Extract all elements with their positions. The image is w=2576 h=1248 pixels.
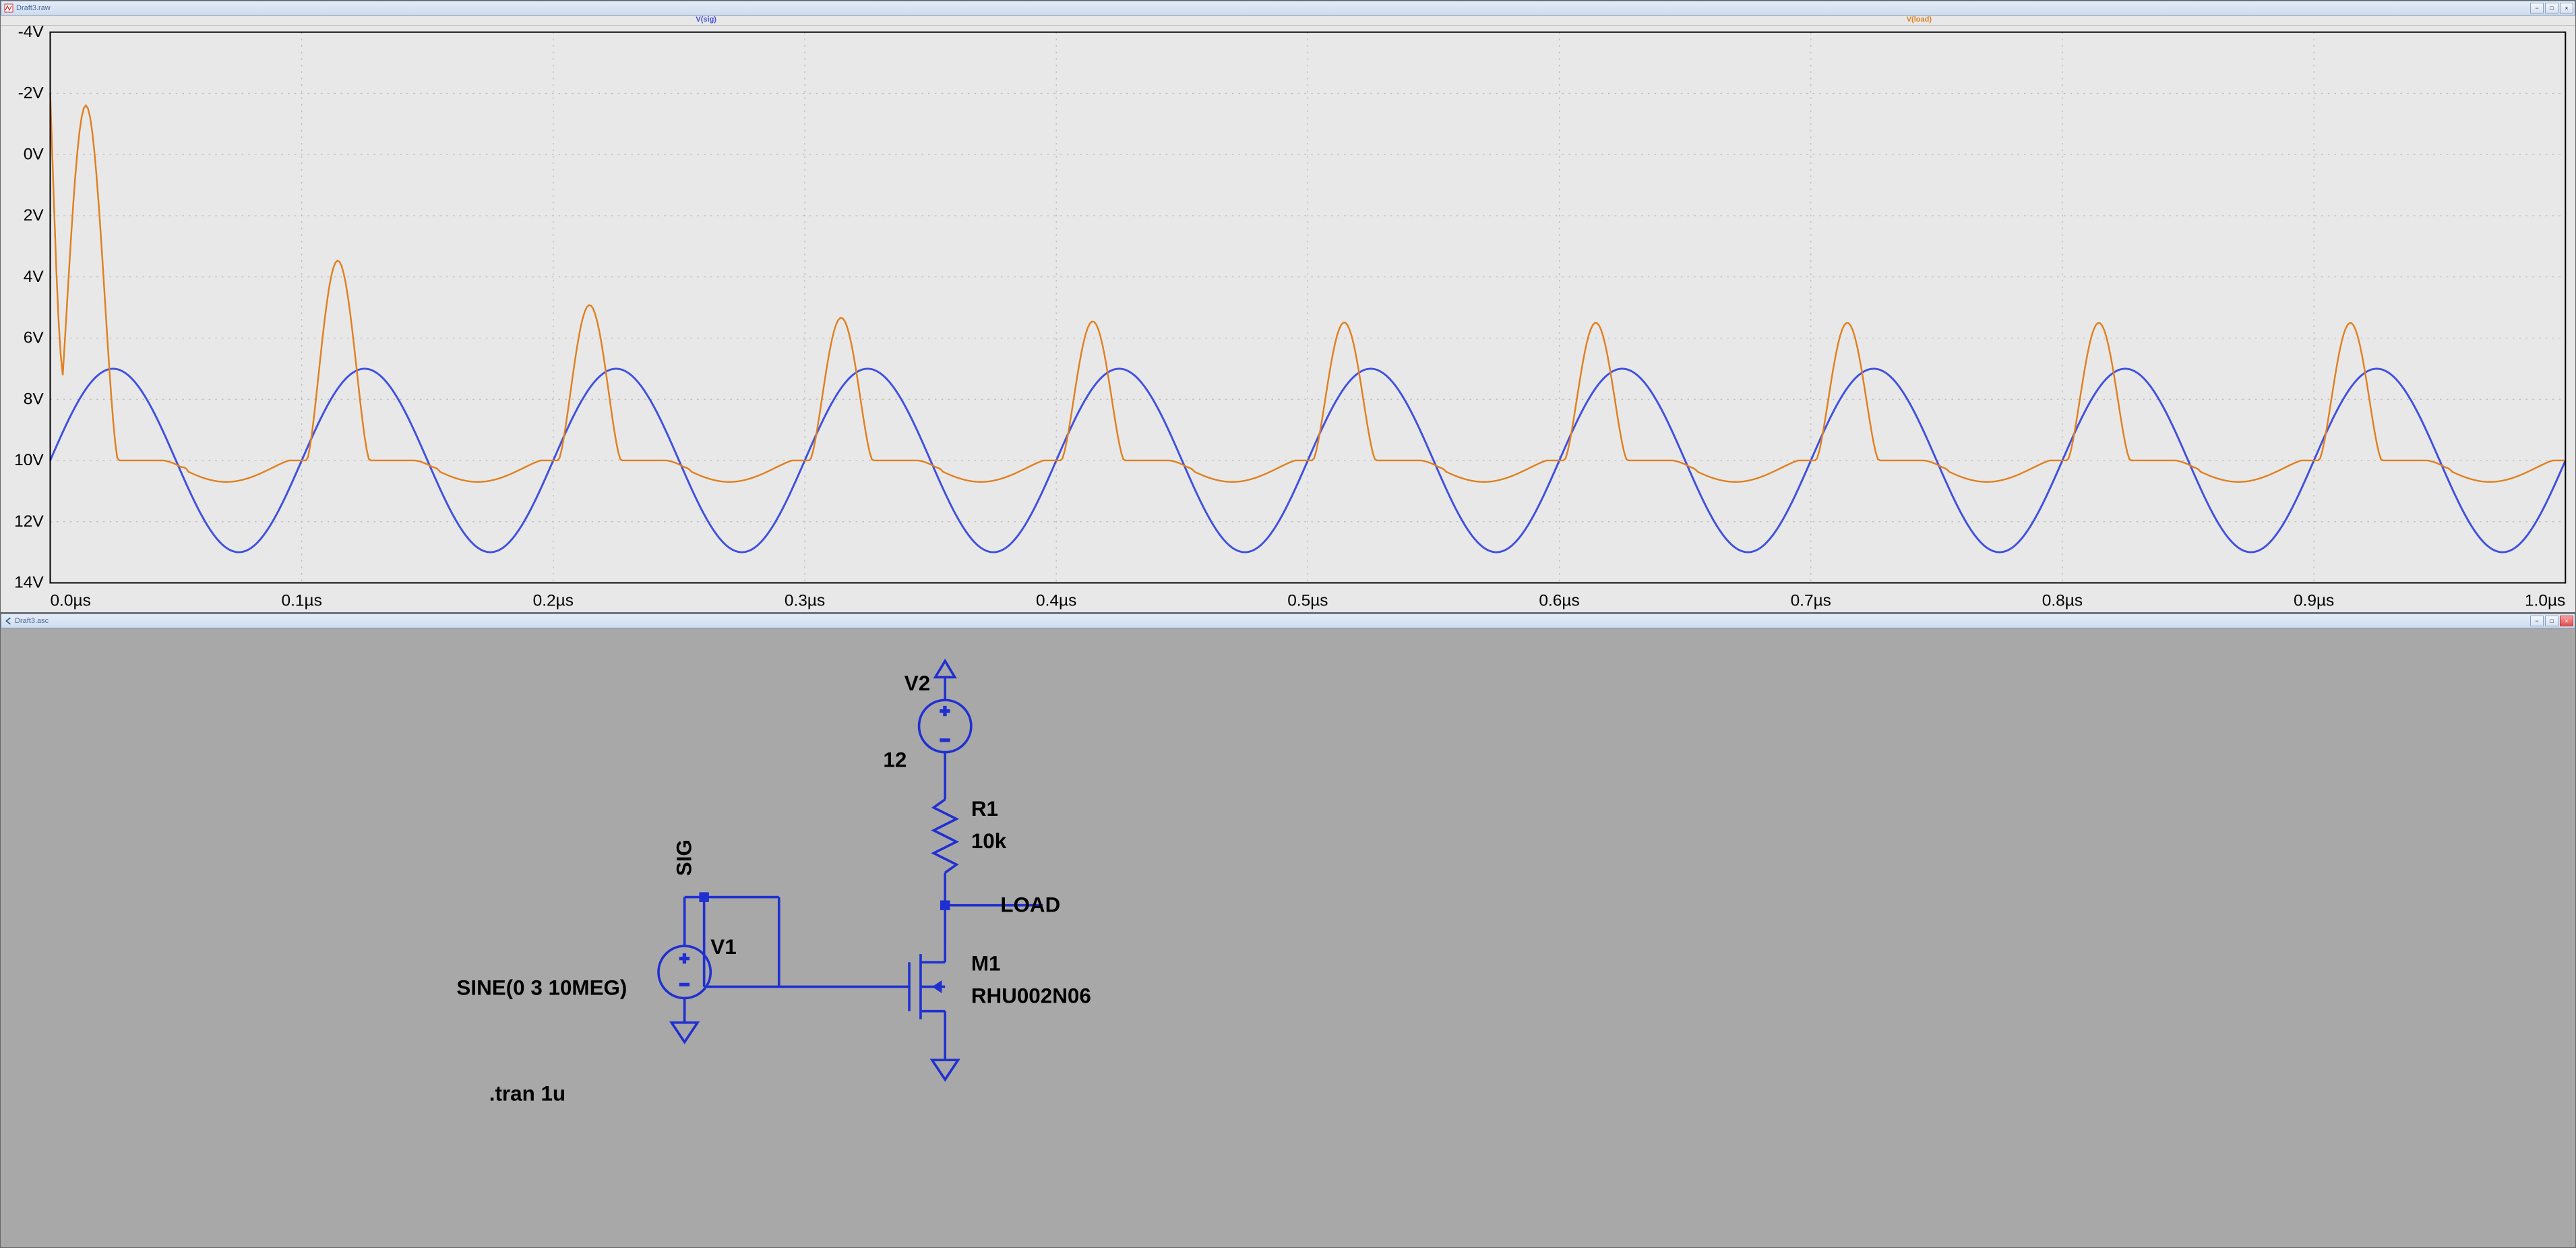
minimize-button[interactable]: −	[2530, 3, 2544, 13]
m1-model-label[interactable]: RHU002N06	[971, 984, 1091, 1008]
svg-text:0.6µs: 0.6µs	[1539, 591, 1579, 610]
component-m1[interactable]	[779, 946, 945, 1060]
v2-name-label[interactable]: V2	[904, 672, 930, 695]
svg-text:-2V: -2V	[18, 84, 44, 102]
schematic-canvas[interactable]: + − V2 12 R1 10k LOAD	[1, 628, 2575, 1247]
schematic-window: Draft3.asc − □ × + − V2 12	[0, 613, 2576, 1248]
r1-name-label[interactable]: R1	[971, 797, 998, 821]
svg-text:−: −	[679, 976, 689, 994]
close-button[interactable]: ×	[2560, 616, 2573, 626]
waveform-canvas[interactable]: 14V 12V 10V 8V 6V 4V 2V 0V -2V -4V 0.0µs 0.1µs 0.2µs…	[1, 26, 2575, 612]
svg-text:−: −	[940, 732, 950, 750]
svg-text:-4V: -4V	[18, 26, 44, 41]
svg-text:0.1µs: 0.1µs	[281, 591, 321, 610]
svg-text:0.3µs: 0.3µs	[785, 591, 825, 610]
close-button[interactable]: ×	[2560, 3, 2573, 13]
trace-label-vsig[interactable]: V(sig)	[696, 16, 716, 24]
trace-label-row: V(sig) V(load)	[1, 16, 2575, 26]
svg-text:0.9µs: 0.9µs	[2294, 591, 2334, 610]
net-label-sig[interactable]: SIG	[672, 839, 696, 876]
svg-text:8V: 8V	[24, 390, 44, 409]
schematic-window-title: Draft3.asc	[15, 617, 49, 625]
v2-value-label[interactable]: 12	[883, 748, 907, 771]
waveform-window-title: Draft3.raw	[16, 4, 51, 12]
svg-text:0.4µs: 0.4µs	[1036, 591, 1076, 610]
waveform-titlebar[interactable]: Draft3.raw − □ ×	[1, 1, 2575, 16]
svg-text:0.7µs: 0.7µs	[1791, 591, 1831, 610]
svg-text:+: +	[679, 950, 689, 968]
svg-text:0.2µs: 0.2µs	[533, 591, 574, 610]
svg-text:14V: 14V	[14, 574, 44, 592]
svg-text:2V: 2V	[24, 206, 44, 225]
m1-name-label[interactable]: M1	[971, 951, 1001, 975]
trace-label-vload[interactable]: V(load)	[1907, 16, 1932, 24]
v1-value-label[interactable]: SINE(0 3 10MEG)	[456, 976, 627, 1000]
waveform-plot[interactable]: 14V 12V 10V 8V 6V 4V 2V 0V -2V -4V 0.0µs 0.1µs 0.2µs…	[1, 26, 2575, 612]
svg-text:0.8µs: 0.8µs	[2042, 591, 2083, 610]
svg-text:6V: 6V	[24, 329, 44, 347]
svg-text:12V: 12V	[14, 512, 44, 531]
component-v1[interactable]: + −	[658, 946, 710, 1042]
svg-text:1.0µs: 1.0µs	[2525, 591, 2565, 610]
spice-directive[interactable]: .tran 1u	[489, 1082, 565, 1106]
minimize-button[interactable]: −	[2530, 616, 2544, 626]
svg-text:0.5µs: 0.5µs	[1287, 591, 1328, 610]
svg-text:10V: 10V	[14, 451, 44, 469]
svg-text:+: +	[940, 702, 950, 720]
app-icon	[4, 3, 13, 13]
back-arrow-icon[interactable]	[4, 616, 13, 626]
maximize-button[interactable]: □	[2545, 616, 2558, 626]
v1-name-label[interactable]: V1	[710, 935, 736, 959]
maximize-button[interactable]: □	[2545, 3, 2558, 13]
component-r1[interactable]	[933, 783, 956, 905]
svg-text:4V: 4V	[24, 268, 44, 286]
schematic-titlebar[interactable]: Draft3.asc − □ ×	[1, 614, 2575, 628]
svg-text:0.0µs: 0.0µs	[50, 591, 90, 610]
svg-text:0V: 0V	[24, 146, 44, 164]
ground-m1[interactable]	[932, 1060, 958, 1079]
net-label-load[interactable]: LOAD	[1000, 893, 1060, 916]
waveform-window: Draft3.raw − □ × V(sig) V(load) 14V 12V 10…	[0, 0, 2576, 613]
r1-value-label[interactable]: 10k	[971, 829, 1007, 853]
